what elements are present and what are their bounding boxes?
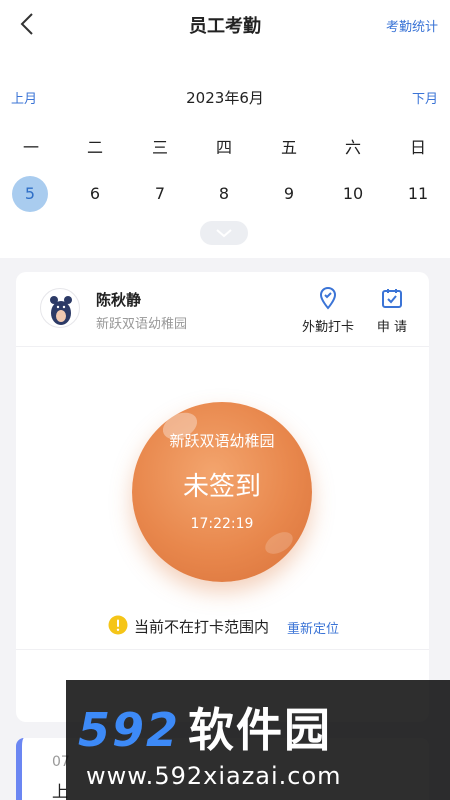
watermark-logo-number: 592: [78, 703, 181, 757]
weekday-sat: 六: [344, 138, 361, 157]
month-label: 2023年6月: [186, 89, 264, 107]
field-checkin-button[interactable]: 外勤打卡: [296, 286, 360, 335]
location-notice: 当前不在打卡范围内: [134, 618, 270, 636]
relocate-link[interactable]: 重新定位: [287, 618, 339, 637]
user-name: 陈秋静: [96, 291, 142, 309]
top-bar: 员工考勤 考勤统计: [0, 0, 450, 48]
day-cell-selected[interactable]: 5: [12, 176, 48, 212]
divider: [16, 346, 429, 347]
apply-label: 申 请: [376, 320, 408, 335]
school-name: 新跃双语幼稚园: [96, 317, 188, 332]
weekday-row: 一 二 三 四 五 六 日: [0, 134, 450, 157]
avatar: [40, 288, 80, 328]
checkin-school: 新跃双语幼稚园: [169, 432, 275, 450]
checkin-status: 未签到: [182, 472, 261, 502]
weekday-wed: 三: [151, 138, 168, 157]
chevron-down-icon: [216, 229, 232, 238]
day-cell[interactable]: 10: [333, 176, 373, 212]
day-cell[interactable]: 9: [269, 176, 309, 212]
calendar: 上月 2023年6月 下月 一 二 三 四 五 六 日 5 6 7 8 9 10…: [0, 48, 450, 258]
weekday-mon: 一: [22, 138, 39, 157]
watermark-logo: 592 软件园: [78, 694, 332, 760]
weekday-tue: 二: [86, 138, 103, 157]
divider: [16, 649, 429, 650]
watermark-url: www.592xiazai.com: [86, 762, 342, 790]
watermark-logo-text: 软件园: [188, 703, 333, 757]
attendance-card: 陈秋静 新跃双语幼稚园 外勤打卡 申 请 新跃双语幼稚园 未签到 17:22:1…: [16, 272, 429, 722]
weekday-sun: 日: [409, 138, 426, 157]
field-checkin-label: 外勤打卡: [301, 320, 354, 335]
next-month-button[interactable]: 下月: [412, 88, 438, 107]
day-cell[interactable]: 8: [204, 176, 244, 212]
day-cell[interactable]: 11: [398, 176, 438, 212]
expand-calendar-button[interactable]: [200, 221, 248, 245]
day-row: 5 6 7 8 9 10 11: [0, 176, 450, 212]
warning-icon: [108, 615, 128, 635]
calendar-check-icon: [382, 289, 402, 308]
day-cell[interactable]: 6: [75, 176, 115, 212]
page-title: 员工考勤: [189, 16, 261, 37]
weekday-fri: 五: [280, 138, 297, 157]
checkin-button[interactable]: 新跃双语幼稚园 未签到 17:22:19: [132, 402, 312, 582]
location-pin-icon: [319, 286, 337, 310]
day-cell[interactable]: 7: [140, 176, 180, 212]
gloss-highlight: [261, 527, 297, 559]
bear-avatar-icon: [50, 296, 72, 325]
apply-button[interactable]: 申 请: [360, 286, 424, 335]
checkin-time: 17:22:19: [190, 516, 254, 532]
watermark-banner: 592 软件园 www.592xiazai.com: [66, 680, 450, 800]
attendance-stats-link[interactable]: 考勤统计: [386, 16, 438, 35]
weekday-thu: 四: [215, 138, 232, 157]
